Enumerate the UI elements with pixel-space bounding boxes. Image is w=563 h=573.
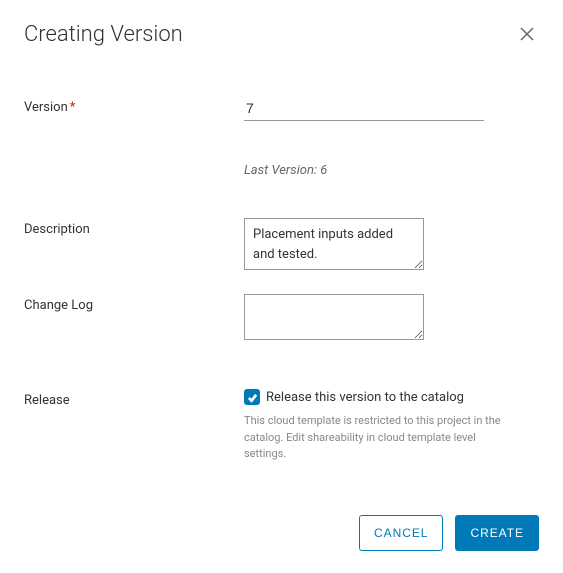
description-row: Description Placement inputs added and t… <box>24 218 539 274</box>
dialog-footer: CANCEL CREATE <box>24 515 539 551</box>
last-version-text: Last Version: 6 <box>244 163 539 178</box>
dialog-title: Creating Version <box>24 22 183 47</box>
release-checkbox-label[interactable]: Release this version to the catalog <box>266 390 464 405</box>
release-checkbox-wrap: Release this version to the catalog <box>244 389 539 405</box>
description-label: Description <box>24 218 244 237</box>
close-button[interactable] <box>515 22 539 48</box>
release-label: Release <box>24 389 244 408</box>
description-input[interactable]: Placement inputs added and tested. <box>244 218 424 270</box>
description-control: Placement inputs added and tested. <box>244 218 539 274</box>
release-control: Release this version to the catalog This… <box>244 389 539 463</box>
dialog-header: Creating Version <box>24 22 539 48</box>
close-icon <box>519 30 535 45</box>
release-help-text: This cloud template is restricted to thi… <box>244 413 514 463</box>
cancel-button[interactable]: CANCEL <box>359 515 443 551</box>
checkmark-icon <box>247 388 258 407</box>
changelog-label: Change Log <box>24 294 244 313</box>
create-button[interactable]: CREATE <box>455 515 539 551</box>
create-version-dialog: Creating Version Version* Last Version: … <box>0 0 563 573</box>
changelog-input[interactable] <box>244 294 424 340</box>
version-label: Version* <box>24 96 244 115</box>
changelog-row: Change Log <box>24 294 539 344</box>
version-input[interactable] <box>244 96 484 121</box>
version-row: Version* Last Version: 6 <box>24 96 539 178</box>
release-checkbox[interactable] <box>244 389 260 405</box>
version-control: Last Version: 6 <box>244 96 539 178</box>
required-indicator: * <box>70 100 76 115</box>
version-label-text: Version <box>24 100 68 115</box>
release-row: Release Release this version to the cata… <box>24 389 539 463</box>
changelog-control <box>244 294 539 344</box>
